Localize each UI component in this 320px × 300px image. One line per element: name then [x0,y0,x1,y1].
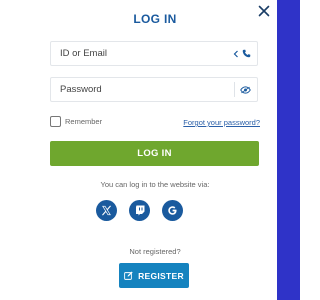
twitch-login-button[interactable] [129,200,150,221]
google-login-button[interactable] [162,200,183,221]
google-icon [168,206,177,215]
login-button[interactable]: LOG IN [50,141,259,166]
edit-icon [124,271,133,280]
remember-label: Remember [65,117,103,126]
social-login-buttons [96,200,183,221]
email-addon[interactable] [233,42,257,65]
not-registered-text: Not registered? [129,247,181,256]
eye-icon [240,85,251,94]
backdrop-left [0,0,33,300]
toggle-password-visibility[interactable] [240,78,257,101]
login-modal: LOG IN Remember Forgot your password? LO… [33,0,277,300]
modal-title: LOG IN [133,12,177,26]
register-button[interactable]: REGISTER [119,263,189,288]
email-field-wrapper [50,41,258,66]
phone-icon [242,49,251,58]
register-label: REGISTER [138,270,184,281]
remember-me: Remember [50,116,102,127]
email-input[interactable] [51,42,230,65]
backdrop-right [277,0,300,300]
password-input[interactable] [51,78,230,101]
remember-checkbox[interactable] [50,116,61,127]
forgot-password-link[interactable]: Forgot your password? [183,118,260,127]
social-login-caption: You can log in to the website via: [100,180,210,189]
chevron-left-icon [233,50,238,57]
password-field-wrapper [50,77,258,102]
password-divider [234,82,235,97]
x-icon [102,205,111,216]
x-login-button[interactable] [96,200,117,221]
twitch-icon [135,205,144,216]
